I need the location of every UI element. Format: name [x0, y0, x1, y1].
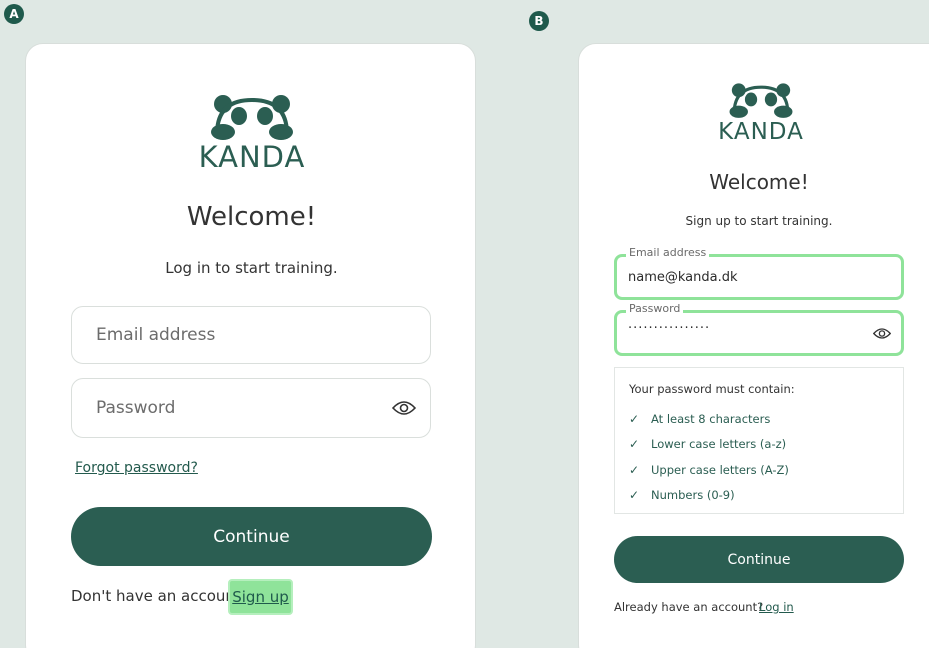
brand-wordmark: KANDA — [198, 140, 306, 174]
panda-icon — [729, 83, 793, 118]
check-icon: ✓ — [629, 488, 640, 503]
requirement-item: ✓ Upper case letters (A-Z) — [629, 457, 889, 483]
page-title: Welcome! — [186, 202, 317, 232]
requirements-title: Your password must contain: — [629, 382, 795, 396]
continue-button[interactable]: Continue — [614, 536, 904, 583]
password-field[interactable]: Password ················ — [614, 302, 904, 356]
requirement-item: ✓ Lower case letters (a-z) — [629, 432, 889, 458]
page-subtitle: Sign up to start training. — [685, 214, 833, 228]
continue-button[interactable]: Continue — [71, 507, 432, 566]
requirement-text: At least 8 characters — [651, 411, 771, 426]
requirement-text: Upper case letters (A-Z) — [651, 462, 789, 477]
badge-a: A — [4, 4, 24, 24]
eye-icon[interactable] — [873, 327, 891, 340]
login-card: KANDA Welcome! Log in to start training.… — [25, 43, 476, 648]
email-field[interactable]: Email address — [71, 306, 431, 364]
badge-b: B — [529, 11, 549, 31]
password-requirements: Your password must contain: ✓ At least 8… — [614, 367, 904, 514]
eye-icon[interactable] — [392, 400, 416, 416]
password-placeholder: Password — [96, 398, 176, 418]
requirement-text: Numbers (0-9) — [651, 488, 735, 503]
brand-wordmark: KANDA — [718, 119, 804, 145]
check-icon: ✓ — [629, 462, 640, 477]
requirement-text: Lower case letters (a-z) — [651, 437, 787, 452]
have-account-text: Already have an account? — [614, 600, 764, 614]
check-icon: ✓ — [629, 411, 640, 426]
panda-icon — [211, 95, 293, 140]
email-placeholder: Email address — [96, 325, 216, 345]
no-account-text: Don't have an account? — [71, 587, 249, 605]
requirement-item: ✓ At least 8 characters — [629, 406, 889, 432]
sign-up-link[interactable]: Sign up — [228, 579, 293, 615]
kanda-logo: KANDA — [192, 94, 312, 172]
email-field[interactable]: Email address name@kanda.dk — [614, 246, 904, 300]
email-value: name@kanda.dk — [628, 269, 738, 285]
forgot-password-link[interactable]: Forgot password? — [75, 460, 198, 476]
email-label: Email address — [626, 246, 710, 259]
check-icon: ✓ — [629, 437, 640, 452]
password-value: ················ — [628, 320, 711, 336]
password-field[interactable]: Password — [71, 378, 431, 438]
page-title: Welcome! — [709, 170, 809, 194]
requirement-item: ✓ Numbers (0-9) — [629, 483, 889, 509]
kanda-logo: KANDA — [706, 82, 816, 144]
log-in-link[interactable]: Log in — [759, 600, 794, 614]
page-subtitle: Log in to start training. — [165, 259, 338, 277]
signup-card: KANDA Welcome! Sign up to start training… — [578, 43, 929, 648]
password-label: Password — [626, 302, 684, 315]
